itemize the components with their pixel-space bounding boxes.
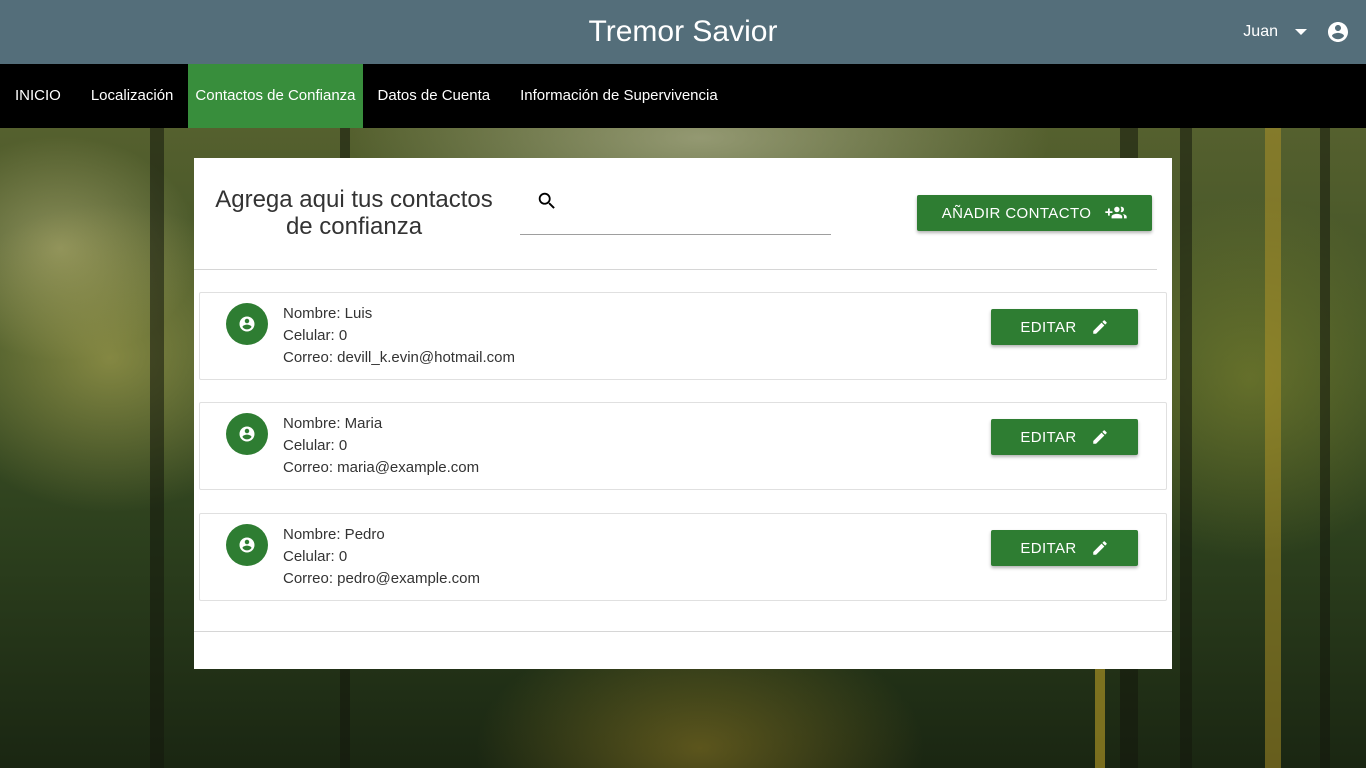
edit-label: EDITAR (1020, 539, 1077, 557)
arrow-drop-down-icon (1295, 29, 1307, 35)
avatar (226, 303, 268, 345)
pencil-icon (1092, 320, 1107, 334)
add-contact-button[interactable]: AÑADIR CONTACTO (917, 195, 1152, 231)
contact-name: Nombre: Luis (283, 305, 373, 322)
divider (194, 269, 1157, 270)
user-menu[interactable]: Juan (1243, 18, 1308, 46)
contact-info: Nombre: Luis Celular: 0 Correo: devill_k… (283, 303, 515, 369)
main-nav: INICIO Localización Contactos de Confian… (0, 64, 1366, 128)
search-input[interactable] (568, 186, 830, 232)
contact-item: Nombre: Maria Celular: 0 Correo: maria@e… (199, 402, 1167, 490)
contact-info: Nombre: Pedro Celular: 0 Correo: pedro@e… (283, 524, 480, 590)
nav-item-contactos-de-confianza[interactable]: Contactos de Confianza (188, 64, 363, 128)
contact-phone: Celular: 0 (283, 548, 348, 565)
add-contact-label: AÑADIR CONTACTO (941, 204, 1092, 222)
contact-email: Correo: devill_k.evin@hotmail.com (283, 349, 515, 366)
account-circle-icon[interactable] (1326, 20, 1350, 44)
pencil-icon (1092, 541, 1107, 555)
page-title: Agrega aqui tus contactos de confianza (215, 186, 493, 240)
edit-label: EDITAR (1020, 428, 1077, 446)
contact-email: Correo: pedro@example.com (283, 570, 480, 587)
contact-item: Nombre: Luis Celular: 0 Correo: devill_k… (199, 292, 1167, 380)
nav-item-inicio[interactable]: INICIO (0, 64, 76, 128)
contact-phone: Celular: 0 (283, 327, 348, 344)
account-circle-icon (239, 316, 255, 332)
pencil-icon (1092, 430, 1107, 444)
contact-info: Nombre: Maria Celular: 0 Correo: maria@e… (283, 413, 479, 479)
user-name: Juan (1243, 23, 1278, 40)
group-add-icon (1105, 206, 1127, 219)
account-circle-icon (239, 537, 255, 553)
search-icon (538, 192, 555, 209)
app-title: Tremor Savior (588, 15, 778, 48)
contact-name: Nombre: Maria (283, 415, 383, 432)
nav-item-informacion-de-supervivencia[interactable]: Información de Supervivencia (505, 64, 733, 128)
edit-contact-button[interactable]: EDITAR (991, 530, 1138, 566)
app-header: Tremor Savior Juan (0, 0, 1366, 64)
account-circle-icon (239, 426, 255, 442)
avatar (226, 524, 268, 566)
contact-phone: Celular: 0 (283, 437, 348, 454)
contact-name: Nombre: Pedro (283, 526, 385, 543)
avatar (226, 413, 268, 455)
edit-contact-button[interactable]: EDITAR (991, 309, 1138, 345)
divider (194, 631, 1172, 632)
edit-contact-button[interactable]: EDITAR (991, 419, 1138, 455)
nav-item-datos-de-cuenta[interactable]: Datos de Cuenta (363, 64, 506, 128)
contact-email: Correo: maria@example.com (283, 459, 480, 476)
contacts-card: Agrega aqui tus contactos de confianza A… (194, 158, 1172, 669)
search-field (520, 186, 831, 235)
edit-label: EDITAR (1020, 318, 1077, 336)
nav-item-localizacion[interactable]: Localización (76, 64, 189, 128)
contact-item: Nombre: Pedro Celular: 0 Correo: pedro@e… (199, 513, 1167, 601)
